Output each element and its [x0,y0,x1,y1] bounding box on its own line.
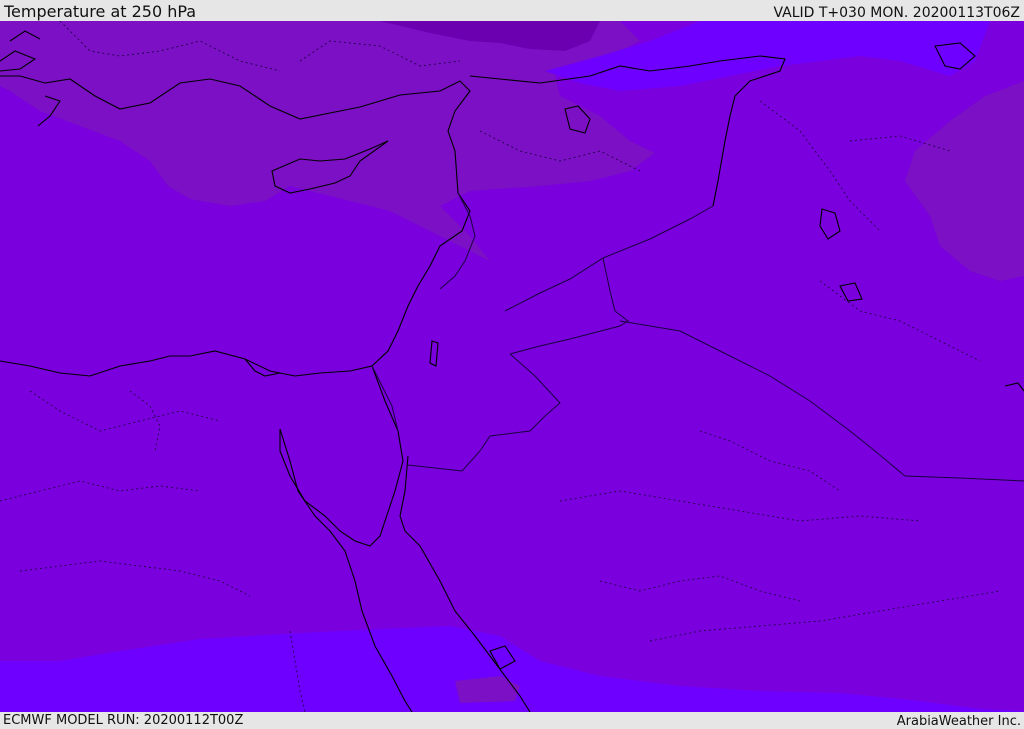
valid-time-label: VALID T+030 MON. 20200113T06Z [773,5,1020,21]
map-panel [0,21,1024,712]
header-bar: Temperature at 250 hPa VALID T+030 MON. … [0,0,1024,21]
model-run-label: ECMWF MODEL RUN: 20200112T00Z [3,713,244,728]
temperature-map [0,21,1024,712]
credit-label: ArabiaWeather Inc. [896,714,1021,729]
map-title: Temperature at 250 hPa [4,2,197,21]
footer-bar: ECMWF MODEL RUN: 20200112T00Z ArabiaWeat… [0,712,1024,729]
